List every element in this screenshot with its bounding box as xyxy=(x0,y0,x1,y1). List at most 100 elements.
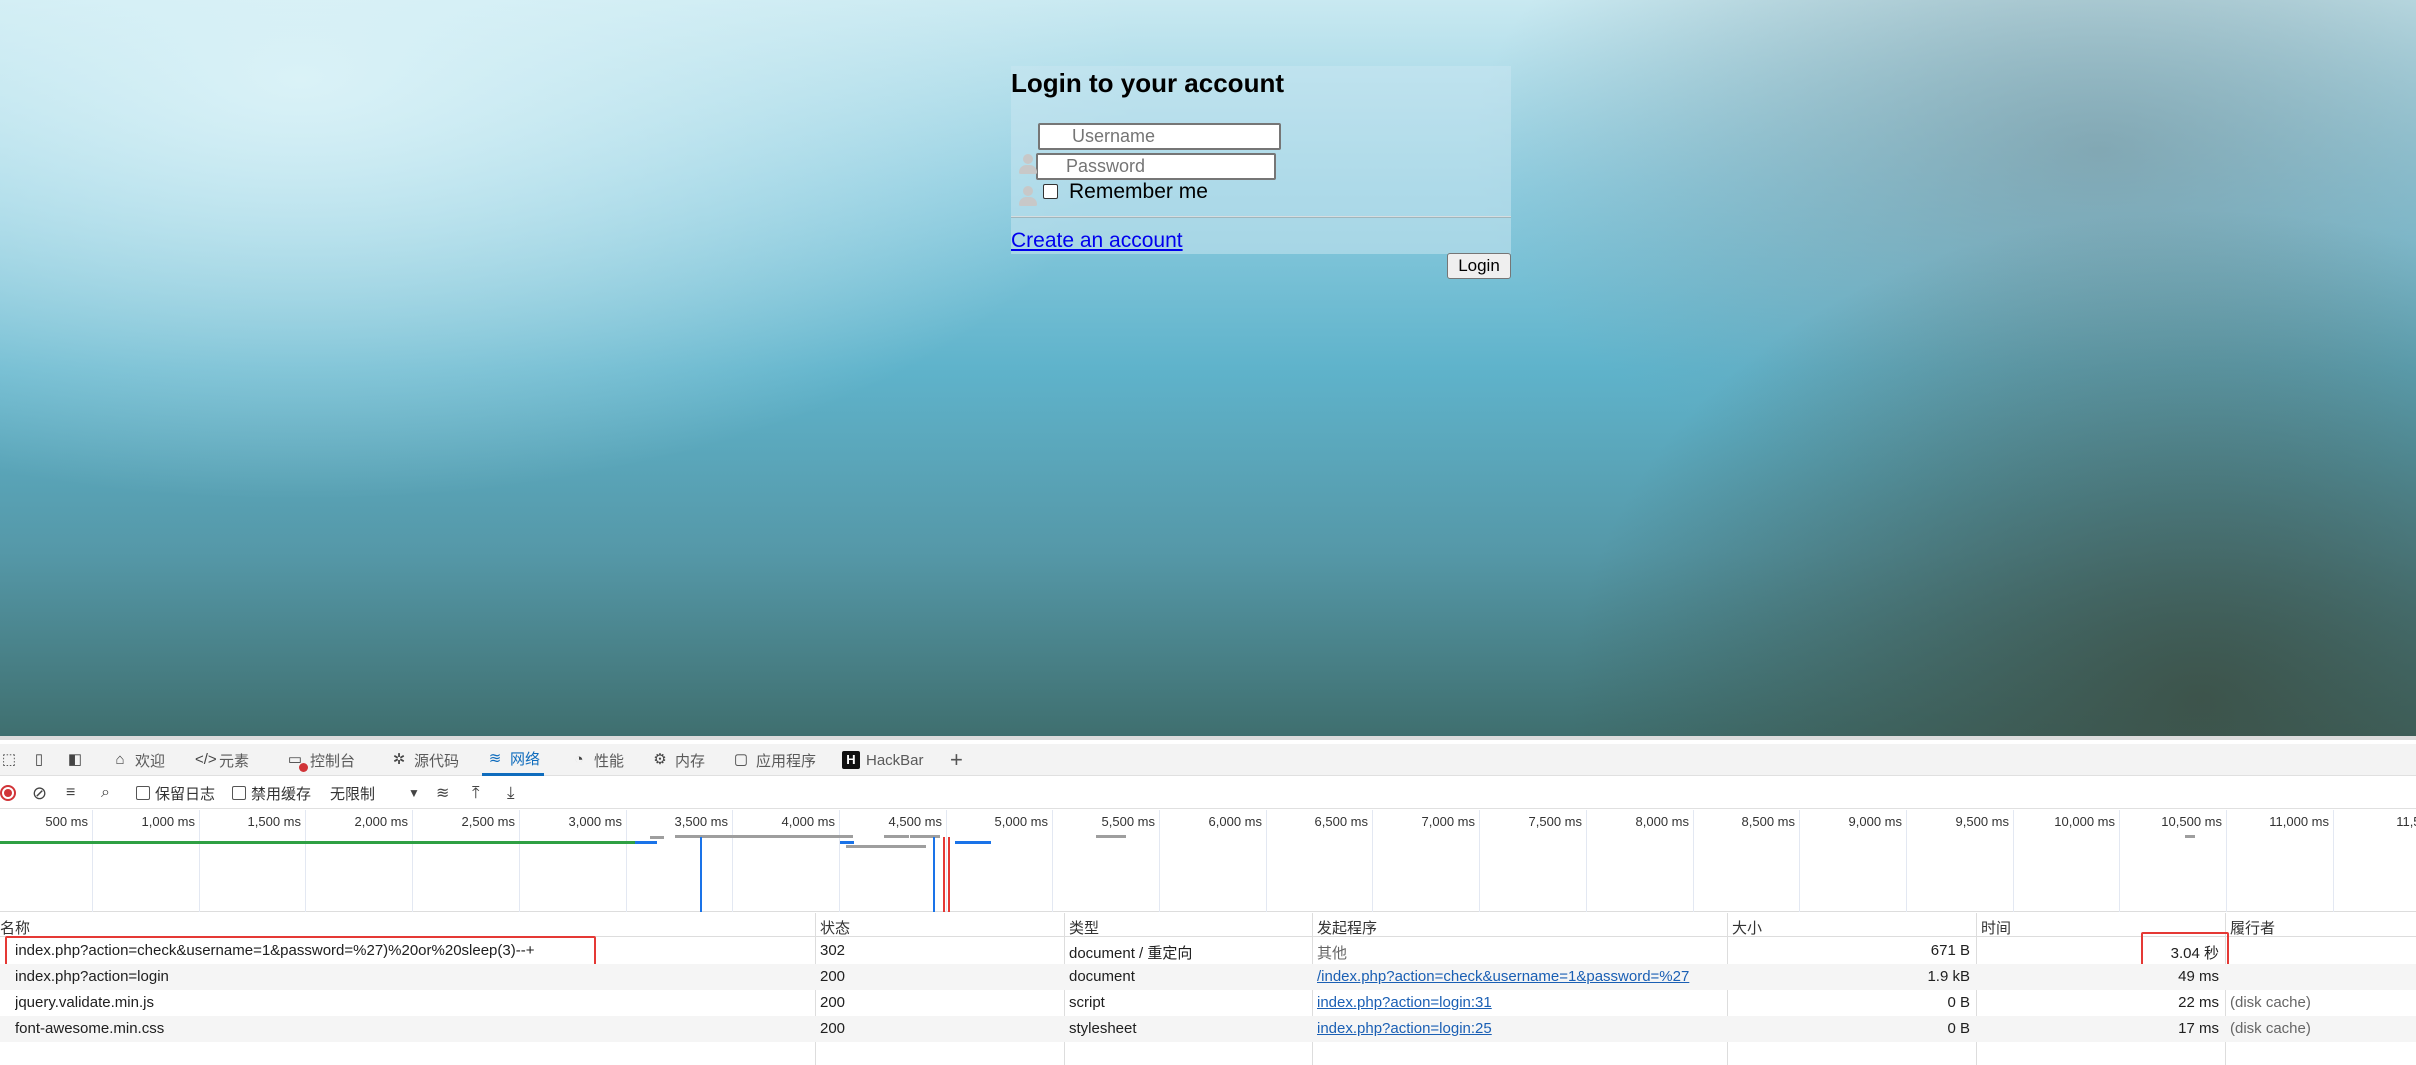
record-icon[interactable] xyxy=(0,783,16,803)
timeline-gridline xyxy=(839,810,840,912)
initiator-link[interactable]: /index.php?action=check&username=1&passw… xyxy=(1317,968,1725,985)
inspect-icon[interactable]: ⬚ xyxy=(0,744,18,776)
time-highlight-box xyxy=(2141,932,2229,968)
timeline-tick-label: 8,500 ms xyxy=(1741,814,1795,829)
column-status[interactable]: 状态 xyxy=(820,917,850,938)
timeline-gridline xyxy=(1799,810,1800,912)
timeline-request-bar xyxy=(675,835,703,838)
import-har-icon[interactable]: ⤒ xyxy=(472,783,480,803)
tab-hackbar[interactable]: H HackBar xyxy=(842,744,924,776)
timeline-tick-label: 1,000 ms xyxy=(141,814,195,829)
timeline-event-marker xyxy=(943,837,945,912)
timeline-gridline xyxy=(519,810,520,912)
bug-icon: ✲ xyxy=(392,751,406,768)
preserve-log-checkbox[interactable] xyxy=(136,786,150,800)
timeline-request-bar xyxy=(650,836,664,839)
tab-performance[interactable]: ◔ 性能 xyxy=(570,744,624,776)
column-type[interactable]: 类型 xyxy=(1069,917,1099,938)
login-button[interactable]: Login xyxy=(1447,253,1511,279)
table-row[interactable]: font-awesome.min.css 200 stylesheet inde… xyxy=(0,1016,2416,1042)
timeline-request-bar xyxy=(1096,835,1126,838)
remember-me-checkbox[interactable] xyxy=(1043,184,1058,199)
tab-sources[interactable]: ✲ 源代码 xyxy=(390,744,459,776)
tab-console[interactable]: ▭ 控制台 xyxy=(286,744,355,776)
timeline-gridline xyxy=(92,810,93,912)
timeline-request-bar xyxy=(635,841,657,844)
timeline-gridline xyxy=(1906,810,1907,912)
column-time[interactable]: 时间 xyxy=(1981,917,2011,938)
timeline-gridline xyxy=(1693,810,1694,912)
timeline-gridline xyxy=(2226,810,2227,912)
tab-welcome[interactable]: ⌂ 欢迎 xyxy=(111,744,165,776)
name-highlight-box xyxy=(5,936,596,966)
column-fulfilled[interactable]: 履行者 xyxy=(2230,917,2275,938)
timeline-tick-label: 10,000 ms xyxy=(2054,814,2115,829)
throttle-select[interactable]: 无限制 xyxy=(330,783,375,803)
timeline-tick-label: 8,000 ms xyxy=(1635,814,1689,829)
initiator-link[interactable]: index.php?action=login:25 xyxy=(1317,1020,1725,1037)
tab-memory[interactable]: ⚙ 内存 xyxy=(651,744,705,776)
network-conditions-icon[interactable]: ≋ xyxy=(436,783,449,803)
network-toolbar: ⊘ ≡ ⌕ 保留日志 禁用缓存 无限制 ▼ ≋ ⤒ ⤓ xyxy=(0,777,2416,809)
timeline-gridline xyxy=(732,810,733,912)
timeline-tick-label: 7,000 ms xyxy=(1421,814,1475,829)
timeline-tick-label: 2,000 ms xyxy=(354,814,408,829)
timeline-tick-label: 1,500 ms xyxy=(247,814,301,829)
username-input[interactable] xyxy=(1038,123,1281,150)
error-badge xyxy=(299,763,308,772)
timeline-gridline xyxy=(1586,810,1587,912)
tab-application[interactable]: ▢ 应用程序 xyxy=(732,744,816,776)
disable-cache-checkbox[interactable] xyxy=(232,786,246,800)
timeline-event-marker xyxy=(948,837,950,912)
device-emulation-icon[interactable]: ▯ xyxy=(30,744,48,776)
tab-elements[interactable]: </> 元素 xyxy=(195,744,249,776)
chevron-down-icon[interactable]: ▼ xyxy=(408,783,420,803)
timeline-request-bar xyxy=(884,835,909,838)
web-page-viewport: Login to your account Remember me Create… xyxy=(0,0,2416,736)
tab-network[interactable]: ≋ 网络 xyxy=(482,744,545,776)
disable-cache-toggle[interactable]: 禁用缓存 xyxy=(232,783,311,803)
devtools-panel: ⬚ ▯ ◧ ⌂ 欢迎 </> 元素 ▭ 控制台 ✲ 源代码 ≋ 网络 ◔ 性能 … xyxy=(0,736,2416,1065)
wifi-icon: ≋ xyxy=(488,749,502,767)
export-har-icon[interactable]: ⤓ xyxy=(507,783,515,803)
timeline-tick-label: 6,000 ms xyxy=(1208,814,1262,829)
user-icon xyxy=(1017,154,1039,176)
timeline-request-bar xyxy=(963,841,991,844)
timeline-tick-label: 3,000 ms xyxy=(568,814,622,829)
network-request-table: 名称 状态 类型 发起程序 大小 时间 履行者 index.php?action… xyxy=(0,913,2416,1065)
initiator-link[interactable]: index.php?action=login:31 xyxy=(1317,994,1725,1011)
login-form: Login to your account Remember me Create… xyxy=(1011,66,1511,254)
create-account-link[interactable]: Create an account xyxy=(1011,229,1183,253)
search-icon[interactable]: ⌕ xyxy=(101,783,110,803)
timeline-request-bar xyxy=(846,845,926,848)
column-size[interactable]: 大小 xyxy=(1732,917,1762,938)
login-divider xyxy=(1011,216,1511,218)
application-icon: ▢ xyxy=(733,751,749,768)
timeline-request-bar xyxy=(840,841,854,844)
column-name[interactable]: 名称 xyxy=(0,917,30,938)
console-icon: ▭ xyxy=(286,751,308,772)
elements-icon: </> xyxy=(195,751,217,768)
network-timeline: 500 ms 1,000 ms 1,500 ms 2,000 ms 2,500 ms 3,… xyxy=(0,810,2416,912)
table-row[interactable]: index.php?action=check&username=1&passwo… xyxy=(0,932,2416,968)
preserve-log-toggle[interactable]: 保留日志 xyxy=(136,783,215,803)
clear-icon[interactable]: ⊘ xyxy=(32,783,47,803)
table-row[interactable]: index.php?action=login 200 document /ind… xyxy=(0,964,2416,990)
remember-me-label: Remember me xyxy=(1069,180,1208,203)
filter-icon[interactable]: ≡ xyxy=(66,783,75,803)
column-initiator[interactable]: 发起程序 xyxy=(1317,917,1377,938)
home-icon: ⌂ xyxy=(115,751,125,768)
password-input[interactable] xyxy=(1036,153,1276,180)
timeline-event-marker xyxy=(933,837,935,912)
memory-icon: ⚙ xyxy=(653,751,667,768)
timeline-tick-label: 4,000 ms xyxy=(781,814,835,829)
timeline-tick-label: 5,500 ms xyxy=(1101,814,1155,829)
dock-side-icon[interactable]: ◧ xyxy=(66,744,84,776)
add-tab-icon[interactable]: + xyxy=(950,744,963,776)
timeline-tick-label: 4,500 ms xyxy=(888,814,942,829)
timeline-tick-label: 9,500 ms xyxy=(1955,814,2009,829)
timeline-tick-label: 500 ms xyxy=(45,814,88,829)
timeline-tick-label: 5,000 ms xyxy=(994,814,1048,829)
timeline-gridline xyxy=(946,810,947,912)
table-row[interactable]: jquery.validate.min.js 200 script index.… xyxy=(0,990,2416,1016)
